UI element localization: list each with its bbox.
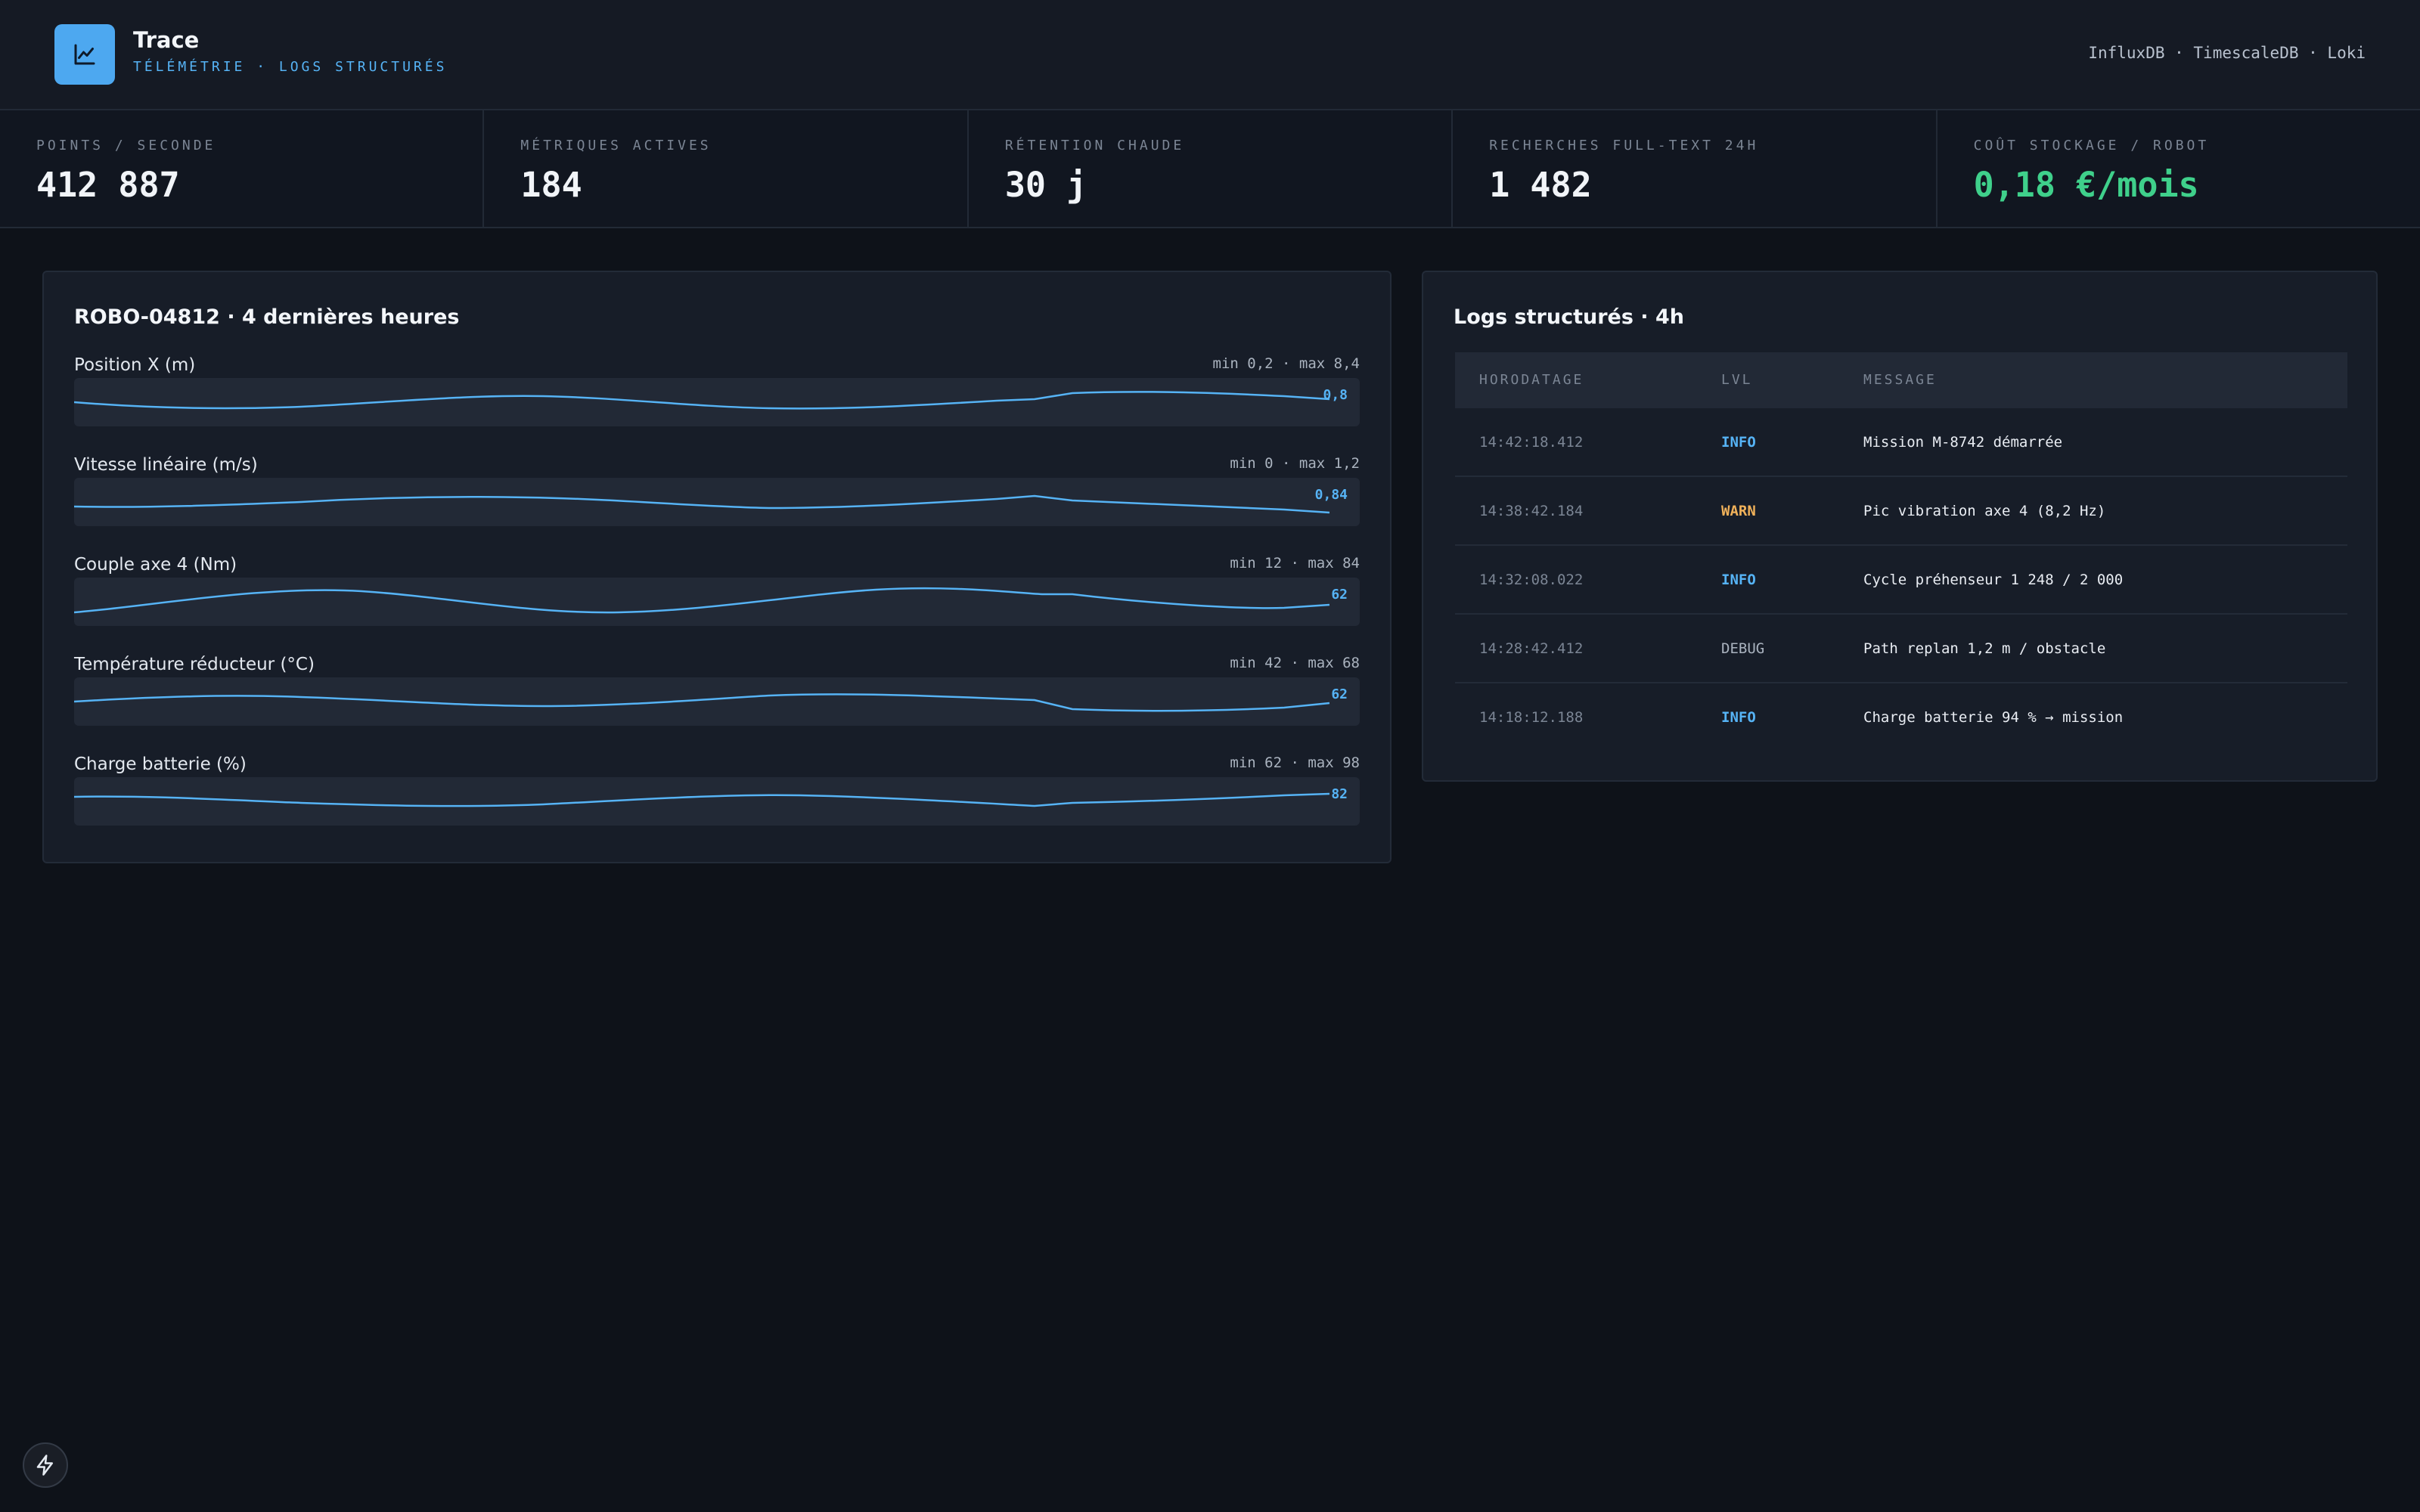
metric-name: Charge batterie (%) — [74, 754, 247, 774]
log-timestamp: 14:32:08.022 — [1479, 572, 1584, 588]
metric-current-value: 62 — [1331, 587, 1348, 603]
column-header-level[interactable]: LVL — [1721, 372, 1753, 388]
stat-label: RECHERCHES FULL-TEXT 24H — [1489, 138, 1759, 153]
sparkline-chart — [74, 391, 1330, 410]
stat-value: 412 887 — [36, 165, 180, 205]
table-row[interactable]: 14:32:08.022 INFO Cycle préhenseur 1 248… — [1455, 546, 2347, 615]
metric-battery-charge[interactable]: Charge batterie (%) min 62 · max 98 82 — [74, 754, 1360, 842]
metric-current-value: 62 — [1331, 686, 1348, 702]
metric-current-value: 0,84 — [1314, 487, 1348, 503]
log-level-badge: INFO — [1721, 572, 1756, 588]
stat-storage-cost: COÛT STOCKAGE / ROBOT 0,18 €/mois — [1938, 110, 2420, 227]
logs-table: HORODATAGE LVL MESSAGE 14:42:18.412 INFO… — [1455, 352, 2347, 752]
metric-gearbox-temperature[interactable]: Température réducteur (°C) min 42 · max … — [74, 655, 1360, 742]
metric-range: min 12 · max 84 — [1230, 555, 1360, 572]
stat-label: POINTS / SECONDE — [36, 138, 216, 153]
log-level-badge: INFO — [1721, 434, 1756, 451]
stat-value: 30 j — [1004, 165, 1087, 205]
sparkline[interactable]: 62 — [74, 578, 1360, 626]
table-row[interactable]: 14:18:12.188 INFO Charge batterie 94 % →… — [1455, 683, 2347, 752]
line-chart-icon — [74, 44, 95, 65]
metric-name: Position X (m) — [74, 355, 196, 375]
metric-name: Couple axe 4 (Nm) — [74, 555, 237, 575]
stat-active-metrics: MÉTRIQUES ACTIVES 184 — [484, 110, 969, 227]
quick-action-button[interactable] — [23, 1442, 68, 1488]
log-timestamp: 14:28:42.412 — [1479, 640, 1584, 657]
metric-range: min 42 · max 68 — [1230, 655, 1360, 671]
metric-name: Vitesse linéaire (m/s) — [74, 455, 258, 475]
table-row[interactable]: 14:28:42.412 DEBUG Path replan 1,2 m / o… — [1455, 615, 2347, 683]
table-row[interactable]: 14:42:18.412 INFO Mission M-8742 démarré… — [1455, 408, 2347, 477]
log-level-badge: INFO — [1721, 709, 1756, 726]
metric-position-x[interactable]: Position X (m) min 0,2 · max 8,4 0,8 — [74, 355, 1360, 443]
sparkline[interactable]: 62 — [74, 677, 1360, 726]
lightning-bolt-icon — [36, 1455, 53, 1476]
log-level-badge: DEBUG — [1721, 640, 1765, 657]
app-header: Trace TÉLÉMÉTRIE · LOGS STRUCTURÉS Influ… — [0, 0, 2420, 110]
stat-points-per-second: POINTS / SECONDE 412 887 — [0, 110, 485, 227]
sparkline-chart — [74, 494, 1330, 514]
column-header-message[interactable]: MESSAGE — [1863, 372, 1937, 388]
log-message: Cycle préhenseur 1 248 / 2 000 — [1863, 572, 2124, 588]
sparkline[interactable]: 82 — [74, 777, 1360, 826]
app-title: Trace — [133, 27, 200, 53]
metric-current-value: 0,8 — [1323, 387, 1348, 403]
sparkline-line — [74, 693, 1330, 712]
sparkline-line — [74, 587, 1330, 614]
metric-range: min 62 · max 98 — [1230, 754, 1360, 771]
data-sources: InfluxDB · TimescaleDB · Loki — [2088, 44, 2366, 62]
metrics-panel-title: ROBO-04812 · 4 dernières heures — [74, 305, 460, 329]
sparkline-chart — [74, 693, 1330, 712]
stats-bar: POINTS / SECONDE 412 887 MÉTRIQUES ACTIV… — [0, 110, 2420, 228]
metric-range: min 0,2 · max 8,4 — [1212, 355, 1360, 372]
stat-value: 184 — [520, 165, 582, 205]
stat-fulltext-searches: RECHERCHES FULL-TEXT 24H 1 482 — [1453, 110, 1938, 227]
app-subtitle: TÉLÉMÉTRIE · LOGS STRUCTURÉS — [133, 59, 448, 75]
sparkline-line — [74, 792, 1330, 807]
sparkline[interactable]: 0,8 — [74, 378, 1360, 426]
log-level-badge: WARN — [1721, 503, 1756, 519]
log-timestamp: 14:18:12.188 — [1479, 709, 1584, 726]
stat-label: MÉTRIQUES ACTIVES — [520, 138, 712, 153]
sparkline[interactable]: 0,84 — [74, 478, 1360, 526]
log-message: Charge batterie 94 % → mission — [1863, 709, 2124, 726]
sparkline-line — [74, 494, 1330, 514]
stat-value: 1 482 — [1489, 165, 1592, 205]
log-message: Pic vibration axe 4 (8,2 Hz) — [1863, 503, 2106, 519]
log-timestamp: 14:38:42.184 — [1479, 503, 1584, 519]
stat-label: RÉTENTION CHAUDE — [1004, 138, 1185, 153]
table-row[interactable]: 14:38:42.184 WARN Pic vibration axe 4 (8… — [1455, 477, 2347, 546]
log-timestamp: 14:42:18.412 — [1479, 434, 1584, 451]
metric-linear-speed[interactable]: Vitesse linéaire (m/s) min 0 · max 1,2 0… — [74, 455, 1360, 543]
sparkline-chart — [74, 792, 1330, 807]
log-message: Mission M-8742 démarrée — [1863, 434, 2063, 451]
log-message: Path replan 1,2 m / obstacle — [1863, 640, 2106, 657]
table-header: HORODATAGE LVL MESSAGE — [1455, 352, 2347, 408]
sparkline-chart — [74, 587, 1330, 614]
logs-panel: Logs structurés · 4h HORODATAGE LVL MESS… — [1422, 271, 2378, 782]
logs-panel-title: Logs structurés · 4h — [1454, 305, 1684, 329]
sparkline-line — [74, 391, 1330, 410]
stat-value: 0,18 €/mois — [1973, 165, 2199, 205]
stat-hot-retention: RÉTENTION CHAUDE 30 j — [969, 110, 1454, 227]
stat-label: COÛT STOCKAGE / ROBOT — [1973, 138, 2210, 153]
metric-torque-axis-4[interactable]: Couple axe 4 (Nm) min 12 · max 84 62 — [74, 555, 1360, 643]
app-logo[interactable] — [54, 24, 115, 85]
metric-range: min 0 · max 1,2 — [1230, 455, 1360, 472]
metric-current-value: 82 — [1331, 786, 1348, 802]
column-header-timestamp[interactable]: HORODATAGE — [1479, 372, 1584, 388]
metric-name: Température réducteur (°C) — [74, 655, 315, 674]
metrics-panel: ROBO-04812 · 4 dernières heures Position… — [42, 271, 1392, 863]
